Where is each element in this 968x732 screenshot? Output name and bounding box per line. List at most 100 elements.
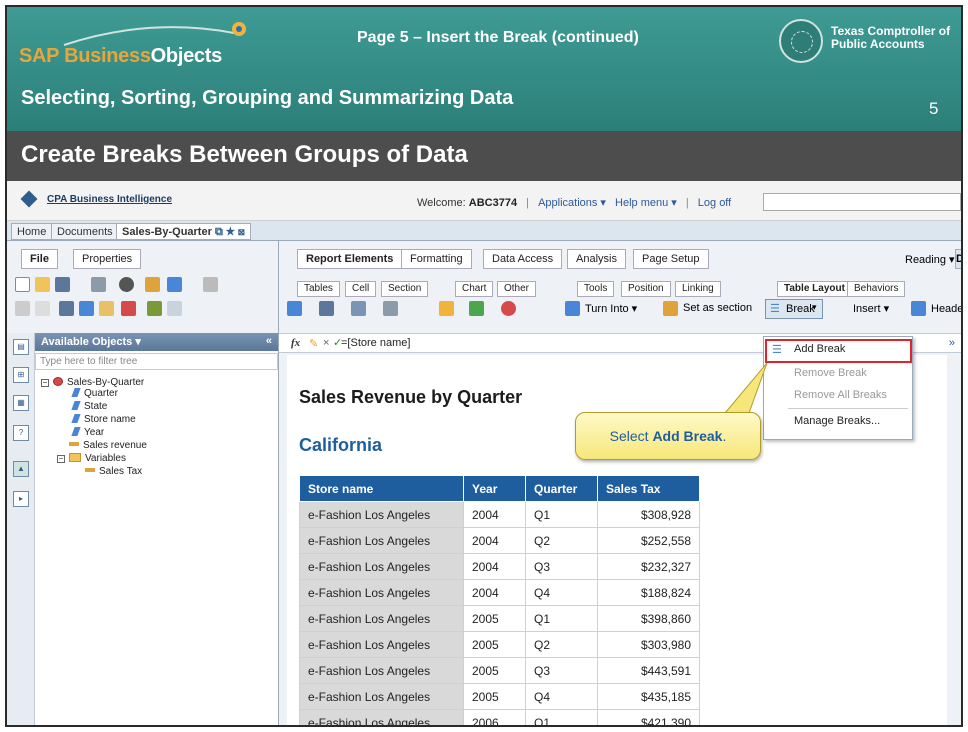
applications-menu[interactable]: Applications ▾ bbox=[538, 197, 606, 209]
tree-variables-folder[interactable]: − Variables bbox=[57, 453, 126, 465]
tree-variable[interactable]: Sales Tax bbox=[85, 466, 142, 478]
tab-formatting[interactable]: Formatting bbox=[401, 249, 472, 269]
tab-documents[interactable]: Documents bbox=[51, 223, 119, 240]
delete-icon[interactable] bbox=[121, 301, 136, 316]
tab-analysis[interactable]: Analysis bbox=[567, 249, 626, 269]
column-header[interactable]: Quarter bbox=[525, 475, 598, 502]
table-cell[interactable]: $435,185 bbox=[597, 683, 700, 710]
line-chart-icon[interactable] bbox=[469, 301, 484, 316]
table-cell[interactable]: $443,591 bbox=[597, 657, 700, 684]
document-summary-icon[interactable]: ▤ bbox=[13, 339, 29, 355]
copy-icon[interactable] bbox=[79, 301, 94, 316]
chevron-down-icon[interactable]: ▾ bbox=[812, 302, 817, 313]
help-menu[interactable]: Help menu ▾ bbox=[615, 197, 677, 209]
user-prompt-icon[interactable]: ? bbox=[13, 425, 29, 441]
table-cell[interactable]: 2006 bbox=[463, 709, 526, 725]
collapse-panel-icon[interactable]: « bbox=[266, 335, 272, 347]
form-icon[interactable] bbox=[383, 301, 398, 316]
column-header[interactable]: Year bbox=[463, 475, 526, 502]
table-cell[interactable]: $188,824 bbox=[597, 579, 700, 606]
close-tab-icon[interactable]: ⊠ bbox=[238, 226, 245, 238]
table-cell[interactable]: Q3 bbox=[525, 553, 598, 580]
fx-icon[interactable]: fx bbox=[291, 337, 300, 349]
table-cell[interactable]: Q1 bbox=[525, 605, 598, 632]
menu-item-manage-breaks[interactable]: Manage Breaks... bbox=[764, 411, 912, 433]
column-header[interactable]: Store name bbox=[299, 475, 464, 502]
input-controls-icon[interactable]: ▦ bbox=[13, 395, 29, 411]
table-cell[interactable]: $398,860 bbox=[597, 605, 700, 632]
available-objects-header[interactable]: Available Objects ▾ « bbox=[35, 333, 278, 351]
paste-icon[interactable] bbox=[99, 301, 114, 316]
available-objects-icon[interactable]: ▲ bbox=[13, 461, 29, 477]
insert-table-icon[interactable] bbox=[287, 301, 302, 316]
menu-item-remove-all-breaks[interactable]: Remove All Breaks bbox=[764, 385, 912, 407]
export-icon[interactable] bbox=[167, 277, 182, 292]
collapse-icon[interactable]: − bbox=[57, 455, 65, 463]
tab-behaviors[interactable]: Behaviors bbox=[847, 281, 906, 297]
pin-icon[interactable]: ⧉ ★ bbox=[215, 226, 235, 238]
tab-tools[interactable]: Tools bbox=[577, 281, 615, 297]
table-cell[interactable]: 2005 bbox=[463, 631, 526, 658]
app-name-link[interactable]: CPA Business Intelligence bbox=[47, 194, 172, 205]
collapse-icon[interactable]: − bbox=[41, 379, 49, 387]
tab-properties[interactable]: Properties bbox=[73, 249, 142, 269]
tab-linking[interactable]: Linking bbox=[675, 281, 721, 297]
tab-section[interactable]: Section bbox=[381, 281, 429, 297]
table-cell[interactable]: $308,928 bbox=[597, 501, 700, 528]
new-document-icon[interactable] bbox=[15, 277, 30, 292]
filter-tree-input[interactable]: Type here to filter tree bbox=[35, 353, 278, 370]
table-cell[interactable]: e-Fashion Los Angeles bbox=[299, 605, 464, 632]
table-cell[interactable]: $421,390 bbox=[597, 709, 700, 725]
tab-tables[interactable]: Tables bbox=[297, 281, 340, 297]
table-cell[interactable]: $252,558 bbox=[597, 527, 700, 554]
formula-editor-icon[interactable]: ✎ bbox=[309, 337, 318, 350]
expand-formula-icon[interactable]: » bbox=[949, 337, 955, 349]
table-cell[interactable]: 2004 bbox=[463, 553, 526, 580]
table-cell[interactable]: $303,980 bbox=[597, 631, 700, 658]
table-cell[interactable]: e-Fashion Los Angeles bbox=[299, 631, 464, 658]
tree-dimension[interactable]: Year bbox=[71, 427, 104, 439]
table-cell[interactable]: e-Fashion Los Angeles bbox=[299, 553, 464, 580]
table-cell[interactable]: 2004 bbox=[463, 527, 526, 554]
cancel-formula-icon[interactable]: × bbox=[323, 337, 329, 349]
table-cell[interactable]: Q4 bbox=[525, 579, 598, 606]
format-painter-icon[interactable] bbox=[147, 301, 162, 316]
cut-icon[interactable] bbox=[59, 301, 74, 316]
tree-dimension[interactable]: Store name bbox=[71, 414, 136, 426]
find-icon[interactable] bbox=[119, 277, 134, 292]
table-cell[interactable]: e-Fashion Los Angeles bbox=[299, 709, 464, 725]
insert-button[interactable]: Insert ▾ bbox=[853, 302, 889, 315]
table-cell[interactable]: 2004 bbox=[463, 501, 526, 528]
email-icon[interactable] bbox=[203, 277, 218, 292]
table-cell[interactable]: 2005 bbox=[463, 683, 526, 710]
undo-icon[interactable] bbox=[15, 301, 30, 316]
turn-into-icon[interactable] bbox=[565, 301, 580, 316]
open-icon[interactable] bbox=[35, 277, 50, 292]
bar-chart-icon[interactable] bbox=[439, 301, 454, 316]
design-mode-button[interactable]: D bbox=[955, 249, 961, 269]
refresh-icon[interactable] bbox=[167, 301, 182, 316]
tab-cell[interactable]: Cell bbox=[345, 281, 377, 297]
table-cell[interactable]: Q1 bbox=[525, 709, 598, 725]
table-cell[interactable]: 2004 bbox=[463, 579, 526, 606]
tab-table-layout[interactable]: Table Layout bbox=[777, 281, 852, 297]
table-cell[interactable]: e-Fashion Los Angeles bbox=[299, 683, 464, 710]
header-icon[interactable] bbox=[911, 301, 926, 316]
tab-page-setup[interactable]: Page Setup bbox=[633, 249, 709, 269]
report-table[interactable]: Store name Year Quarter Sales Tax e-Fash… bbox=[299, 475, 700, 725]
tab-position[interactable]: Position bbox=[621, 281, 671, 297]
save-icon[interactable] bbox=[55, 277, 70, 292]
report-map-icon[interactable]: ⊞ bbox=[13, 367, 29, 383]
table-cell[interactable]: e-Fashion Los Angeles bbox=[299, 527, 464, 554]
table-cell[interactable]: 2005 bbox=[463, 657, 526, 684]
tab-home[interactable]: Home bbox=[11, 223, 53, 240]
tab-data-access[interactable]: Data Access bbox=[483, 249, 563, 269]
crosstab-icon[interactable] bbox=[351, 301, 366, 316]
data-icon[interactable]: ▸ bbox=[13, 491, 29, 507]
table-cell[interactable]: Q2 bbox=[525, 631, 598, 658]
turn-into-button[interactable]: Turn Into ▾ bbox=[585, 302, 637, 315]
table-cell[interactable]: Q1 bbox=[525, 501, 598, 528]
search-input[interactable] bbox=[763, 193, 961, 211]
table-cell[interactable]: e-Fashion Los Angeles bbox=[299, 657, 464, 684]
tab-other[interactable]: Other bbox=[497, 281, 537, 297]
